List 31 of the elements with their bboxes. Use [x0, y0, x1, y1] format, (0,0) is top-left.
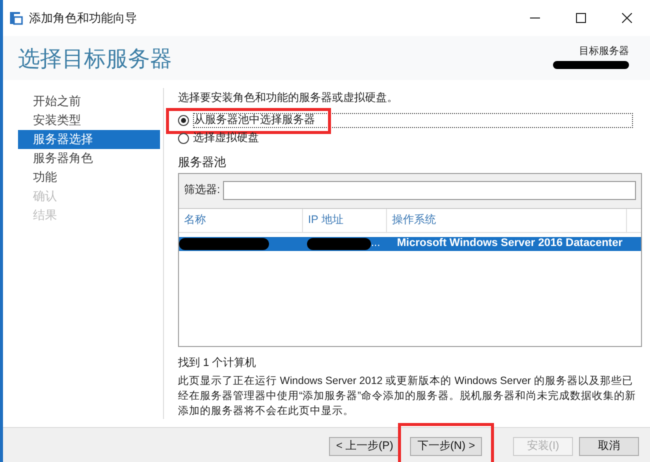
table-row[interactable]: ... Microsoft Windows Server 2016 Datacenter — [179, 236, 641, 250]
wizard-button[interactable]: 下一步(N) > — [410, 436, 482, 456]
maximize-icon — [576, 13, 586, 23]
info-paragraph: 此页显示了正在运行 Windows Server 2012 或更新版本的 Windows Server 的服务器以及那些已经在服务器管理器中使用“添加服务器”命令添加的服务器。脱机服务器和尚未完成数据收集的新添加的服务器将不会在此页中显示。 — [178, 374, 637, 419]
filter-label: 筛选器: — [184, 183, 220, 198]
nav-item[interactable]: 服务器角色 — [18, 149, 160, 168]
column-header[interactable]: 名称 — [179, 208, 303, 232]
description-text: 选择要安装角色和功能的服务器或虚拟硬盘。 — [178, 90, 399, 106]
option-label[interactable]: 从服务器池中选择服务器 — [193, 113, 633, 128]
nav-item[interactable]: 功能 — [18, 168, 160, 187]
page-title: 选择目标服务器 — [18, 45, 172, 73]
nav-item[interactable]: 服务器选择 — [18, 130, 160, 149]
filter-field[interactable] — [223, 181, 636, 200]
nav-item[interactable]: 安装类型 — [18, 111, 160, 130]
table-cell-text: ... — [371, 236, 380, 252]
redaction-mark — [307, 238, 371, 250]
radio-button[interactable] — [178, 115, 189, 126]
close-icon — [622, 13, 632, 23]
wizard-button[interactable]: 取消 — [579, 436, 639, 456]
window-title: 添加角色和功能向导 — [29, 10, 137, 27]
table-cell-text: Microsoft Windows Server 2016 Datacenter — [396, 236, 622, 252]
nav-item[interactable]: 开始之前 — [18, 92, 160, 111]
pool-label: 服务器池 — [178, 154, 227, 170]
app-icon — [9, 11, 23, 25]
radio-button[interactable] — [178, 133, 189, 144]
target-label: 目标服务器 — [579, 44, 629, 59]
column-header[interactable]: IP 地址 — [303, 208, 387, 232]
wizard-button[interactable]: < 上一步(P) — [329, 436, 400, 456]
option-label[interactable]: 选择虚拟硬盘 — [193, 130, 259, 147]
column-header[interactable]: 操作系统 — [387, 208, 627, 232]
result-count: 找到 1 个计算机 — [178, 356, 258, 370]
